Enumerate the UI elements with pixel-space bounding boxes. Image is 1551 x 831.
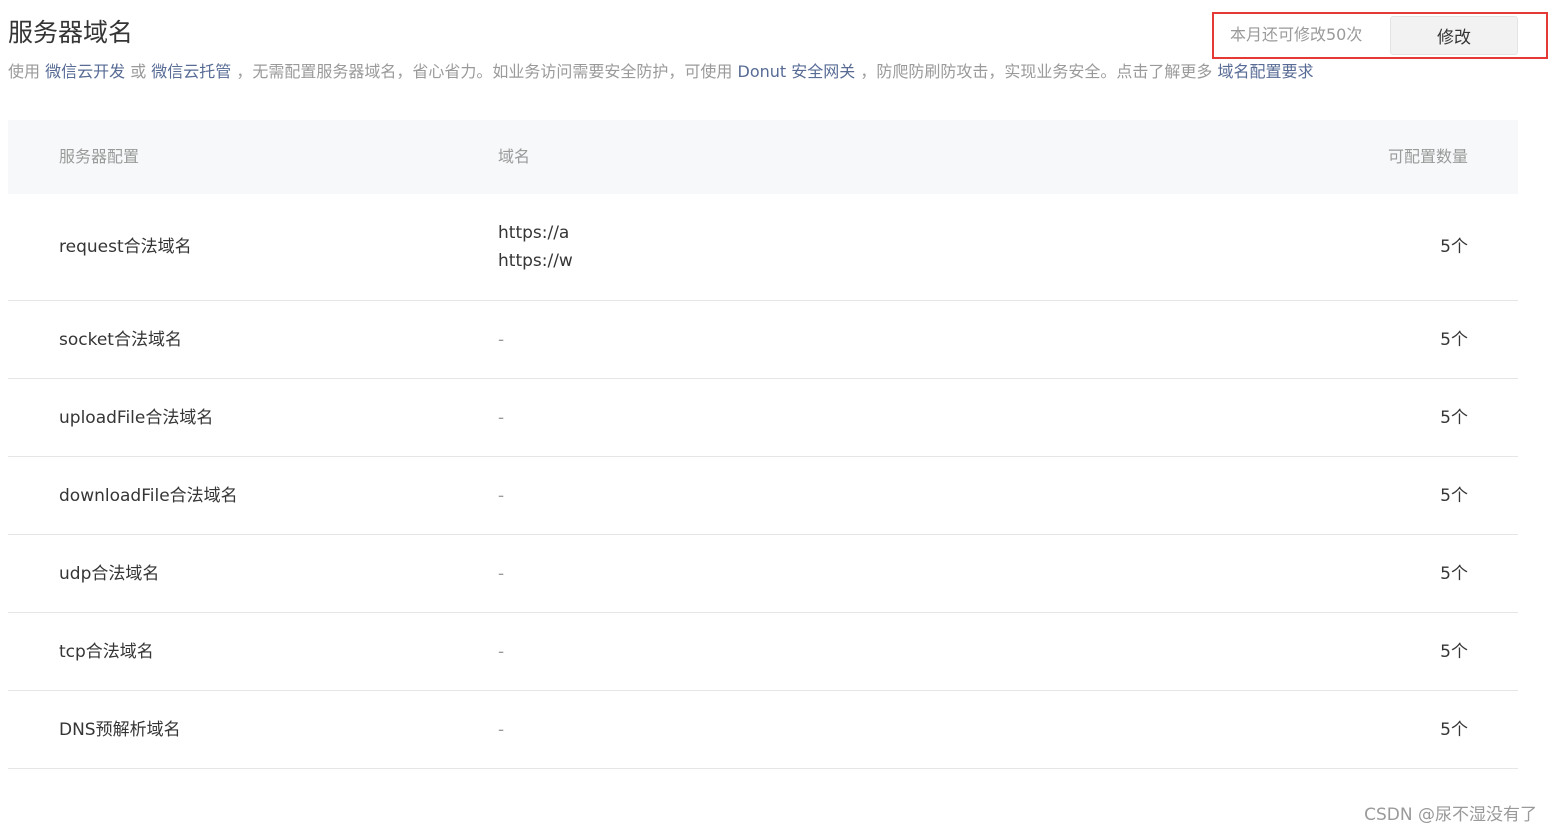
description: 使用 微信云开发 或 微信云托管 ，无需配置服务器域名，省心省力。如业务访问需要… (8, 60, 1313, 84)
column-header-server-config: 服务器配置 (59, 147, 140, 166)
row-count: 5个 (1440, 719, 1468, 740)
donut-gateway-link[interactable]: Donut 安全网关 (738, 62, 856, 81)
row-config-name: udp合法域名 (59, 563, 160, 584)
row-config-name: DNS预解析域名 (59, 719, 181, 740)
table-row-tcp: tcp合法域名 - 5个 (8, 613, 1518, 691)
quota-text: 本月还可修改50次 (1230, 25, 1363, 44)
table-row-uploadfile: uploadFile合法域名 - 5个 (8, 379, 1518, 457)
row-domain-empty: - (498, 719, 505, 740)
row-count: 5个 (1440, 485, 1468, 506)
row-count: 5个 (1440, 407, 1468, 428)
cloud-hosting-link[interactable]: 微信云托管 (151, 62, 231, 81)
desc-text-1: 使用 (8, 62, 46, 81)
row-count: 5个 (1440, 641, 1468, 662)
table-header: 服务器配置 域名 可配置数量 (8, 120, 1518, 194)
csdn-watermark: CSDN @尿不湿没有了 (1364, 805, 1537, 825)
quota-highlight-box: 本月还可修改50次 修改 (1212, 12, 1548, 59)
row-domain-empty: - (498, 329, 505, 350)
row-count: 5个 (1440, 329, 1468, 350)
modify-button[interactable]: 修改 (1390, 16, 1518, 55)
table-row-udp: udp合法域名 - 5个 (8, 535, 1518, 613)
row-domain-empty: - (498, 563, 505, 584)
row-count: 5个 (1440, 237, 1468, 257)
table-row-dns: DNS预解析域名 - 5个 (8, 691, 1518, 769)
column-header-count: 可配置数量 (1387, 147, 1468, 166)
domain-value: https://a (498, 223, 570, 243)
page-title: 服务器域名 (8, 18, 134, 47)
row-count: 5个 (1440, 563, 1468, 584)
row-domain-empty: - (498, 407, 505, 428)
table-row-socket: socket合法域名 - 5个 (8, 301, 1518, 379)
cloud-dev-link[interactable]: 微信云开发 (45, 62, 125, 81)
desc-text-2: 或 (125, 62, 152, 81)
row-config-name: uploadFile合法域名 (59, 407, 214, 428)
domain-requirements-link[interactable]: 域名配置要求 (1217, 62, 1313, 81)
row-config-name: tcp合法域名 (59, 641, 154, 662)
column-header-domain: 域名 (498, 147, 531, 166)
desc-text-3: ，无需配置服务器域名，省心省力。如业务访问需要安全防护，可使用 (231, 62, 738, 81)
row-domain-list: https://a https://w (498, 219, 573, 275)
row-config-name: downloadFile合法域名 (59, 485, 238, 506)
row-domain-empty: - (498, 485, 505, 506)
table-row-downloadfile: downloadFile合法域名 - 5个 (8, 457, 1518, 535)
table-row-request: request合法域名 https://a https://w 5个 (8, 194, 1518, 301)
row-domain-empty: - (498, 641, 505, 662)
row-config-name: socket合法域名 (59, 329, 182, 350)
desc-text-4: ，防爬防刷防攻击，实现业务安全。点击了解更多 (855, 62, 1218, 81)
domain-value: https://w (498, 251, 573, 271)
server-domain-table: 服务器配置 域名 可配置数量 request合法域名 https://a htt… (8, 120, 1518, 769)
row-config-name: request合法域名 (59, 237, 192, 257)
